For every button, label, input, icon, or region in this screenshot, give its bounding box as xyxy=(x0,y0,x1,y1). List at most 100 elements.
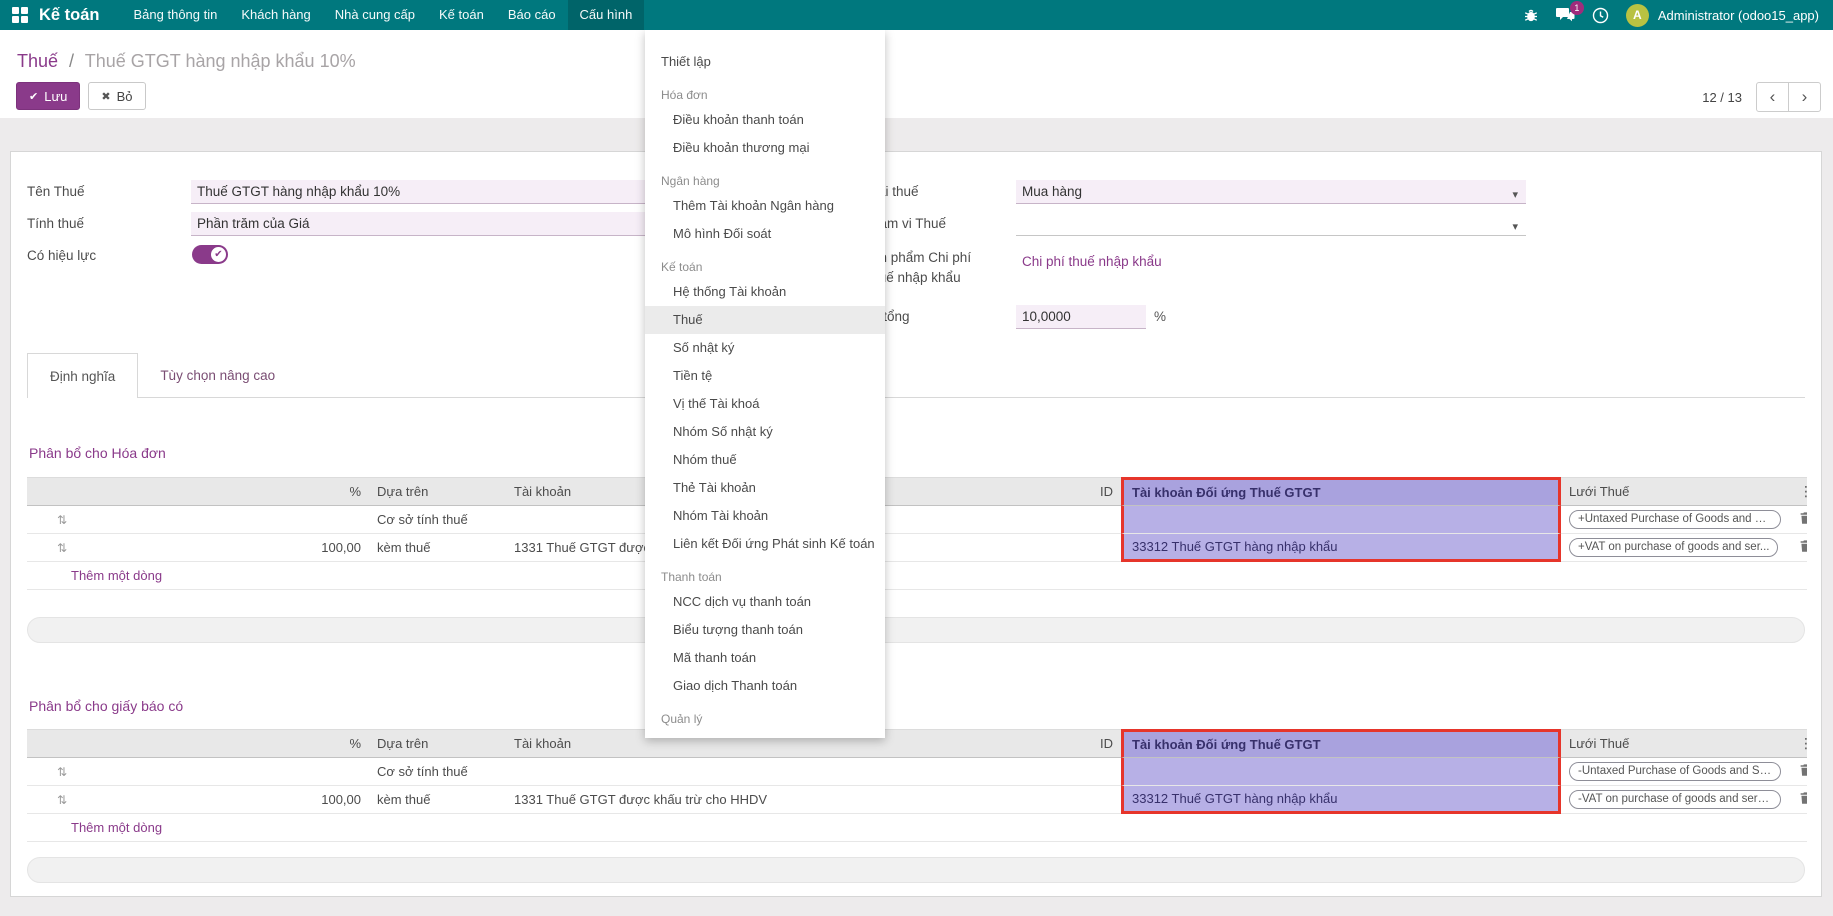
account-cell[interactable]: 1331 Thuế GTGT được khấu trừ cho HHDV xyxy=(506,786,1041,814)
table-row[interactable]: ⇅ Cơ sở tính thuế +Untaxed Purchase of G… xyxy=(27,506,1807,534)
menu-item-add-bank-account[interactable]: Thêm Tài khoản Ngân hàng xyxy=(645,192,885,220)
counterpart-column-header[interactable]: Tài khoản Đối ứng Thuế GTGT xyxy=(1121,729,1561,758)
menu-item-journals[interactable]: Số nhật ký xyxy=(645,334,885,362)
menu-item-payment-icons[interactable]: Biểu tượng thanh toán xyxy=(645,616,885,644)
counterpart-cell[interactable] xyxy=(1121,506,1561,534)
add-line-link[interactable]: Thêm một dòng xyxy=(27,814,1807,842)
id-cell xyxy=(1041,534,1121,562)
drag-handle-icon[interactable]: ⇅ xyxy=(57,765,67,779)
menu-item-fiscal-positions[interactable]: Vị thế Tài khoá xyxy=(645,390,885,418)
control-panel: Thuế / Thuế GTGT hàng nhập khẩu 10% ✔ Lư… xyxy=(0,30,1833,118)
optional-columns-icon[interactable]: ⋮ xyxy=(1791,729,1807,758)
counterpart-cell[interactable]: 33312 Thuế GTGT hàng nhập khẩu xyxy=(1121,786,1561,814)
menu-item-payment-transactions[interactable]: Giao dịch Thanh toán xyxy=(645,672,885,700)
nav-menu-configuration[interactable]: Cấu hình xyxy=(568,0,645,30)
table-row[interactable]: ⇅ 100,00 kèm thuế 1331 Thuế GTGT được kh… xyxy=(27,534,1807,562)
amount-input[interactable]: 10,0000 xyxy=(1016,305,1146,329)
tax-scope-label: Phạm vi Thuế xyxy=(863,214,1013,234)
tax-grid-column-header[interactable]: Lưới Thuế xyxy=(1561,477,1791,506)
drag-handle-icon[interactable]: ⇅ xyxy=(57,513,67,527)
breadcrumb-parent-link[interactable]: Thuế xyxy=(17,51,58,71)
based-on-cell[interactable]: Cơ sở tính thuế xyxy=(369,506,506,534)
based-on-cell[interactable]: Cơ sở tính thuế xyxy=(369,758,506,786)
chevron-down-icon: ▾ xyxy=(1512,184,1518,207)
percent-cell[interactable]: 100,00 xyxy=(97,534,369,562)
nav-menu-reporting[interactable]: Báo cáo xyxy=(496,0,568,30)
counterpart-cell[interactable]: 33312 Thuế GTGT hàng nhập khẩu xyxy=(1121,534,1561,562)
menu-item-incoterms[interactable]: Điều khoản thương mại xyxy=(645,134,885,162)
percent-column-header[interactable]: % xyxy=(97,729,369,758)
menu-item-reconciliation-models[interactable]: Mô hình Đối soát xyxy=(645,220,885,248)
based-on-cell[interactable]: kèm thuế xyxy=(369,786,506,814)
toggle-check-icon: ✔ xyxy=(211,247,226,262)
tax-grid-tag[interactable]: +VAT on purchase of goods and ser... xyxy=(1569,538,1778,557)
app-title[interactable]: Kế toán xyxy=(39,6,100,25)
menu-item-settings[interactable]: Thiết lập xyxy=(645,48,885,76)
table-footer-row: Thêm một dòng xyxy=(27,814,1807,842)
tax-grid-column-header[interactable]: Lưới Thuế xyxy=(1561,729,1791,758)
menu-item-currencies[interactable]: Tiền tệ xyxy=(645,362,885,390)
menu-item-payment-terms[interactable]: Điều khoản thanh toán xyxy=(645,106,885,134)
cost-product-link[interactable]: Chi phí thuế nhập khẩu xyxy=(1016,250,1526,274)
nav-menu-accounting[interactable]: Kế toán xyxy=(427,0,496,30)
percent-column-header[interactable]: % xyxy=(97,477,369,506)
delete-row-trash-icon[interactable] xyxy=(1799,791,1807,808)
tax-grid-tag[interactable]: +Untaxed Purchase of Goods and S... xyxy=(1569,510,1781,529)
delete-row-trash-icon[interactable] xyxy=(1799,763,1807,780)
tax-type-select[interactable]: Mua hàng ▾ xyxy=(1016,180,1526,204)
counterpart-cell[interactable] xyxy=(1121,758,1561,786)
menu-item-account-tags[interactable]: Thẻ Tài khoản xyxy=(645,474,885,502)
based-on-column-header[interactable]: Dựa trên xyxy=(369,729,506,758)
menu-item-chart-of-accounts[interactable]: Hệ thống Tài khoản xyxy=(645,278,885,306)
save-button[interactable]: ✔ Lưu xyxy=(16,82,80,110)
discard-button[interactable]: ✖ Bỏ xyxy=(88,82,145,110)
counterpart-column-header[interactable]: Tài khoản Đối ứng Thuế GTGT xyxy=(1121,477,1561,506)
id-column-header[interactable]: ID xyxy=(1041,729,1121,758)
handle-column-header xyxy=(27,729,97,758)
optional-columns-icon[interactable]: ⋮ xyxy=(1791,477,1807,506)
drag-handle-icon[interactable]: ⇅ xyxy=(57,541,67,555)
apps-grid-icon[interactable] xyxy=(12,7,28,23)
menu-item-account-groups[interactable]: Nhóm Tài khoản xyxy=(645,502,885,530)
menu-item-tax-groups[interactable]: Nhóm thuế xyxy=(645,446,885,474)
menu-item-taxes[interactable]: Thuế xyxy=(645,306,885,334)
based-on-column-header[interactable]: Dựa trên xyxy=(369,477,506,506)
percent-cell[interactable] xyxy=(97,758,369,786)
menu-item-payment-providers[interactable]: NCC dịch vụ thanh toán xyxy=(645,588,885,616)
delete-row-trash-icon[interactable] xyxy=(1799,511,1807,528)
save-button-label: Lưu xyxy=(44,89,67,104)
drag-handle-icon[interactable]: ⇅ xyxy=(57,793,67,807)
delete-row-trash-icon[interactable] xyxy=(1799,539,1807,556)
percent-cell[interactable]: 100,00 xyxy=(97,786,369,814)
messages-icon[interactable]: 1 xyxy=(1556,7,1575,23)
nav-menu-vendors[interactable]: Nhà cung cấp xyxy=(323,0,427,30)
pager-previous-button[interactable]: ‹ xyxy=(1756,82,1789,112)
tax-grid-tag[interactable]: -Untaxed Purchase of Goods and Se... xyxy=(1569,762,1781,781)
add-line-link[interactable]: Thêm một dòng xyxy=(27,562,1807,590)
nav-menu-customers[interactable]: Khách hàng xyxy=(229,0,322,30)
tax-grid-tag[interactable]: -VAT on purchase of goods and serv... xyxy=(1569,790,1781,809)
percent-cell[interactable] xyxy=(97,506,369,534)
activities-clock-icon[interactable] xyxy=(1592,7,1609,24)
cost-product-label: Sản phẩm Chi phí Thuế nhập khẩu xyxy=(863,248,1023,288)
active-toggle[interactable]: ✔ xyxy=(192,245,228,264)
table-row[interactable]: ⇅ 100,00 kèm thuế 1331 Thuế GTGT được kh… xyxy=(27,786,1807,814)
tax-scope-select[interactable]: ▾ xyxy=(1016,212,1526,236)
menu-item-payment-tokens[interactable]: Mã thanh toán xyxy=(645,644,885,672)
tab-definition[interactable]: Định nghĩa xyxy=(27,353,138,398)
menu-item-journal-groups[interactable]: Nhóm Số nhật ký xyxy=(645,418,885,446)
tax-name-input[interactable]: Thuế GTGT hàng nhập khẩu 10% xyxy=(191,180,651,204)
pager-next-button[interactable]: › xyxy=(1788,82,1821,112)
based-on-cell[interactable]: kèm thuế xyxy=(369,534,506,562)
debug-bug-icon[interactable] xyxy=(1523,7,1539,23)
tab-advanced-options[interactable]: Tùy chọn nâng cao xyxy=(138,353,297,398)
menu-item-journal-item-matching[interactable]: Liên kết Đối ứng Phát sinh Kế toán xyxy=(645,530,885,558)
table-row[interactable]: ⇅ Cơ sở tính thuế -Untaxed Purchase of G… xyxy=(27,758,1807,786)
account-cell[interactable] xyxy=(506,758,1041,786)
nav-menu-dashboard[interactable]: Bảng thông tin xyxy=(122,0,230,30)
user-name[interactable]: Administrator (odoo15_app) xyxy=(1658,8,1819,23)
id-column-header[interactable]: ID xyxy=(1041,477,1121,506)
tax-computation-select[interactable]: Phần trăm của Giá xyxy=(191,212,651,236)
menu-section-banks: Ngân hàng xyxy=(645,170,885,192)
user-avatar[interactable]: A xyxy=(1626,4,1649,27)
